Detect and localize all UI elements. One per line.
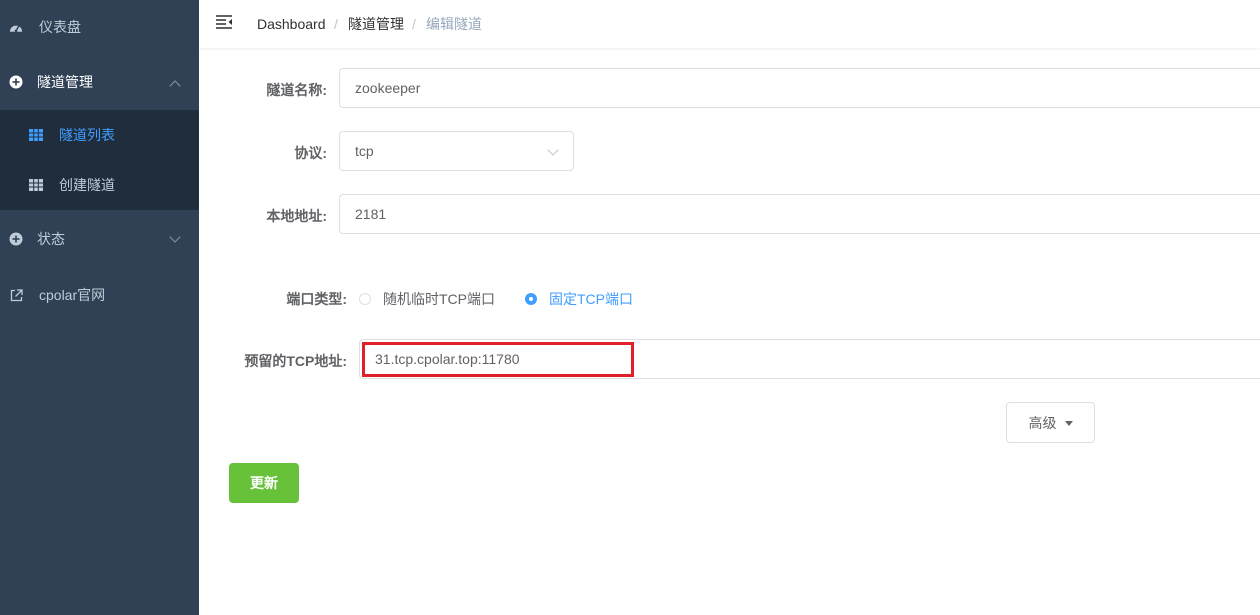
submenu-tunnels: 隧道列表 创建隧道 [0,110,199,210]
sidebar-item-label: 隧道管理 [37,74,93,90]
annotation-highlight-box [362,342,634,377]
sidebar: 仪表盘 隧道管理 隧道列表 创建隧道 状态 cpolar官网 [0,0,199,615]
sidebar-item-tunnel-management[interactable]: 隧道管理 [0,62,199,102]
tunnel-icon [9,75,23,89]
update-label: 更新 [250,475,278,491]
sidebar-item-label: cpolar官网 [39,287,106,303]
tunnel-name-label: 隧道名称: [266,82,327,98]
sidebar-item-create-tunnel[interactable]: 创建隧道 [0,165,199,205]
protocol-value: tcp [355,143,374,159]
advanced-button[interactable]: 高级 [1006,402,1095,443]
sidebar-item-dashboard[interactable]: 仪表盘 [0,7,199,47]
breadcrumb-separator: / [412,16,416,32]
update-button[interactable]: 更新 [229,463,299,503]
menu-toggle-icon[interactable] [216,15,232,29]
navbar: Dashboard / 隧道管理 / 编辑隧道 [199,0,1260,48]
caret-down-icon [1064,421,1073,426]
local-address-input[interactable]: 2181 [339,194,1260,234]
sidebar-item-label: 创建隧道 [59,177,115,193]
sidebar-item-status[interactable]: 状态 [0,219,199,259]
external-link-icon [9,288,23,302]
radio-circle-icon [359,293,371,305]
advanced-label: 高级 [1028,414,1057,431]
sidebar-item-label: 状态 [37,231,65,247]
table-icon [29,128,43,142]
port-type-label: 端口类型: [286,291,347,307]
status-icon [9,232,23,246]
protocol-label: 协议: [294,145,327,161]
breadcrumb-edit-tunnel: 编辑隧道 [426,16,482,32]
local-address-label: 本地地址: [266,208,327,224]
sidebar-item-label: 仪表盘 [39,19,81,35]
chevron-down-icon [547,144,559,156]
radio-label: 固定TCP端口 [549,291,633,307]
breadcrumb-tunnel-management[interactable]: 隧道管理 [348,16,404,32]
protocol-select[interactable]: tcp [339,131,574,171]
radio-label: 随机临时TCP端口 [383,291,495,307]
sidebar-item-tunnel-list[interactable]: 隧道列表 [0,115,199,155]
radio-checked-icon [525,293,537,305]
reserved-tcp-address-label: 预留的TCP地址: [244,353,347,369]
breadcrumb-separator: / [334,16,338,32]
dashboard-icon [9,20,23,34]
breadcrumb-dashboard[interactable]: Dashboard [257,16,326,32]
sidebar-item-cpolar-site[interactable]: cpolar官网 [0,275,199,315]
tunnel-name-input[interactable]: zookeeper [339,68,1260,108]
local-address-value: 2181 [355,206,387,222]
sidebar-item-label: 隧道列表 [59,127,115,143]
table-icon [29,178,43,192]
chevron-up-icon [169,80,181,92]
radio-fixed-tcp-port[interactable]: 固定TCP端口 [525,289,633,309]
radio-random-tcp-port[interactable]: 随机临时TCP端口 [359,289,495,309]
chevron-down-icon [169,231,181,243]
tunnel-name-value: zookeeper [355,80,421,96]
